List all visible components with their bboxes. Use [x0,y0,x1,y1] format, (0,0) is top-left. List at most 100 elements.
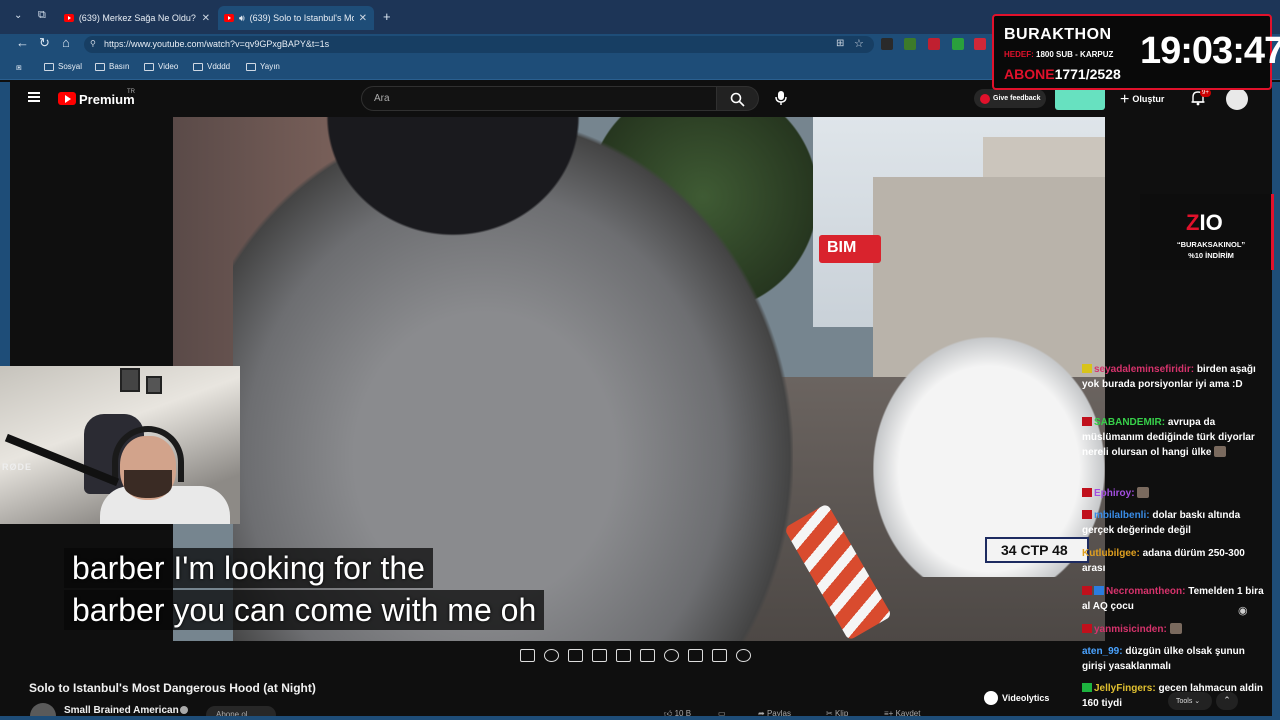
bookmark-label: Video [158,62,179,71]
url-field[interactable]: ⚲ https://www.youtube.com/watch?v=qv9GPx… [84,36,874,53]
favorite-star-icon[interactable]: ☆ [854,37,864,50]
chat-badge-icon [1082,364,1092,373]
subscriber-label: ABONE [1004,66,1055,82]
account-avatar[interactable] [1226,88,1248,110]
extension-icon[interactable] [904,38,916,50]
speaker-icon[interactable]: 🔊︎ [239,13,245,24]
search-button[interactable] [717,86,759,111]
videolytics-button[interactable]: Videolytics [984,691,1049,705]
overlay-subscribers: ABONE1771/2528 [1004,66,1121,82]
bookmark-vdddd[interactable]: Vdddd [193,62,230,71]
youtube-logo-icon[interactable] [58,92,76,105]
chat-username[interactable]: aten_99: [1082,646,1123,657]
chat-message: mbilalbenli: dolar baskı altında gerçek … [1082,508,1270,538]
overlay-goal: HEDEF: 1800 SUB - KARPUZ [1004,50,1113,59]
bookmark-basin[interactable]: Basın [95,62,129,71]
theater-mode-icon[interactable] [640,649,655,662]
tools-dropdown[interactable]: Tools ⌄ [1168,692,1212,710]
settings-gear-icon[interactable] [736,649,751,662]
tab-search-icon[interactable]: ⌄ [14,10,22,21]
videolytics-label: Videolytics [1002,693,1050,703]
subscriber-count: 1771/2528 [1054,66,1121,82]
give-feedback-button[interactable]: Give feedback [974,89,1046,108]
live-icon[interactable] [544,649,559,662]
bookmark-label: Vdddd [207,62,231,71]
tab-merkez[interactable]: (639) Merkez Sağa Ne Oldu? | Ne... ✕ [58,6,216,30]
menu-icon[interactable] [28,92,40,102]
apps-icon[interactable]: ⊞ [836,38,844,49]
feedback-label: Give feedback [993,95,1041,102]
channel-name[interactable]: Small Brained American [64,705,179,716]
tab-solo-istanbul[interactable]: 🔊︎ (639) Solo to Istanbul's Most ✕ [218,6,374,30]
extension-icon[interactable] [952,38,964,50]
video-scene-hood [293,117,613,267]
chat-message: SABANDEMIR: avrupa da müslümanım dediğin… [1082,415,1270,460]
stream-chat: seyadaleminsefiridir: birden aşağı yok b… [1082,360,1272,720]
scroll-up-button[interactable]: ⌃ [1216,692,1238,710]
url-text: https://www.youtube.com/watch?v=qv9GPxgB… [104,39,330,49]
bookmark-sosyal[interactable]: Sosyal [44,62,82,71]
folder-icon [193,62,203,71]
filmstrip-icon[interactable] [592,649,607,662]
site-info-icon[interactable]: ⚲ [90,39,96,48]
chat-username[interactable]: seyadaleminsefiridir: [1094,364,1194,375]
window-edge [0,716,1280,720]
chat-badge-icon [1082,586,1092,595]
picture-in-picture-icon[interactable] [616,649,631,662]
region-label: TR [127,89,135,95]
chat-username[interactable]: Necromantheon: [1106,586,1185,597]
wall-frame [146,376,162,394]
player-controls [520,649,751,662]
loop-icon[interactable] [520,649,535,662]
tab-label: (639) Merkez Sağa Ne Oldu? | Ne... [78,13,197,23]
bookmark-label: Basın [109,62,130,71]
create-button[interactable]: + Oluştur [1120,91,1164,109]
microphone-icon[interactable] [774,90,788,106]
new-tab-button[interactable]: + [383,9,391,24]
overlay-title: BURAKTHON [1004,26,1112,43]
bookmark-yayin[interactable]: Yayın [246,62,280,71]
search-input[interactable]: Ara [361,86,717,111]
youtube-favicon-icon [224,14,234,22]
mic-brand-logo: RØDE [2,462,33,472]
captions-settings-icon[interactable] [568,649,583,662]
extension-icon[interactable] [881,38,893,50]
eye-icon[interactable]: ◉ [1238,604,1248,617]
workspaces-icon[interactable]: ⧉ [38,9,46,22]
overlay-clock: 19:03:47 [1140,30,1280,72]
create-label: Oluştur [1132,94,1165,104]
bim-sign: BIM [819,235,881,263]
chat-message: yanmisicinden: [1082,622,1270,637]
bookmark-video[interactable]: Video [144,62,178,71]
chat-username[interactable]: SABANDEMIR: [1094,417,1165,428]
chat-badge-icon [1082,683,1092,692]
emote-icon [1214,446,1227,457]
goal-label: HEDEF: [1004,50,1034,59]
chat-username[interactable]: Ephiroy: [1094,488,1135,499]
chat-username[interactable]: yanmisicinden: [1094,624,1167,635]
reload-icon[interactable]: ↻ [39,35,50,51]
verified-icon [180,706,188,714]
folder-icon [44,62,54,71]
add-icon[interactable] [688,649,703,662]
folder-icon [246,62,256,71]
chat-message: Kutlubilgee: adana dürüm 250-300 arası [1082,546,1270,576]
tab-close-icon[interactable]: ✕ [202,13,210,24]
reading-list-icon[interactable]: ⧆ [16,62,22,73]
search-icon [730,92,745,107]
extension-icon[interactable] [974,38,986,50]
home-icon[interactable]: ⌂ [62,35,70,50]
bookmark-label: Sosyal [58,62,83,71]
goal-value: 1800 SUB - KARPUZ [1036,50,1114,59]
webcam-feed [0,366,240,524]
back-icon[interactable]: ← [16,35,29,50]
speed-icon[interactable] [664,649,679,662]
screenshot-icon[interactable] [712,649,727,662]
notification-count-badge: 9+ [1200,89,1211,97]
extension-icon[interactable] [928,38,940,50]
chat-username[interactable]: mbilalbenli: [1094,510,1150,521]
chat-message: Ephiroy: [1082,486,1270,501]
chat-username[interactable]: Kutlubilgee: [1082,548,1140,559]
tab-close-icon[interactable]: ✕ [359,13,367,24]
chat-username[interactable]: JellyFingers: [1094,683,1156,694]
